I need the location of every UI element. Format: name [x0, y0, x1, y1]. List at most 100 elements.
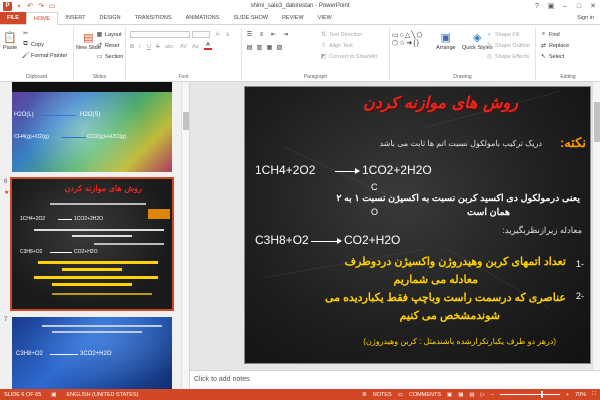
font-color-button[interactable]: A: [204, 42, 212, 50]
shrink-font-icon: a: [225, 31, 230, 38]
decrease-indent-button[interactable]: ⇤: [270, 31, 277, 38]
shape-effects-button[interactable]: ◎ Shape Effects: [486, 53, 529, 61]
zoom-level[interactable]: 70%: [575, 392, 586, 398]
tab-home[interactable]: HOME: [25, 12, 59, 25]
grow-font-button[interactable]: A: [214, 31, 221, 38]
increase-indent-button[interactable]: ⇥: [282, 31, 289, 38]
slide-sorter-icon[interactable]: ▦: [458, 392, 463, 398]
zoom-out-icon[interactable]: –: [491, 392, 494, 398]
font-group: A a B I U S abc AV Aa A Font: [126, 27, 242, 80]
ribbon-display-icon[interactable]: ▣: [544, 0, 558, 12]
align-text-button[interactable]: ⇳ Align Text: [320, 42, 353, 50]
close-icon[interactable]: ✕: [586, 0, 600, 12]
section-button[interactable]: ▭ Section: [96, 53, 124, 61]
shrink-font-button[interactable]: a: [224, 31, 231, 38]
justify-button[interactable]: ▧: [276, 44, 283, 51]
underline-button[interactable]: U: [147, 44, 151, 50]
thumb-5-arrow-2: [62, 137, 86, 138]
equation-2-arrow: [311, 241, 339, 242]
slide-thumbnail-7[interactable]: C3H8+O2 3CO2+H2O: [12, 317, 172, 389]
paragraph-group-label: Paragraph: [303, 74, 328, 80]
copy-label: Copy: [31, 41, 44, 48]
tab-review[interactable]: REVIEW: [275, 12, 311, 24]
bold-button[interactable]: B: [130, 44, 134, 50]
find-button[interactable]: ⌕ Find: [540, 31, 560, 38]
tab-insert[interactable]: INSERT: [58, 12, 92, 24]
maximize-icon[interactable]: □: [572, 0, 586, 12]
paste-button[interactable]: 📋 Paste: [3, 30, 18, 52]
thumb-6-eq2-right: CO2+H2O: [74, 249, 98, 255]
zoom-in-icon[interactable]: +: [566, 392, 569, 398]
text-direction-label: Text Direction: [329, 31, 363, 38]
shapes-gallery[interactable]: ▭○△╲⬠ ⬡☆➔{}: [392, 31, 424, 47]
tab-file[interactable]: FILE: [0, 12, 26, 24]
align-left-button[interactable]: ▤: [246, 44, 253, 51]
language-indicator[interactable]: ENGLISH (UNITED STATES): [67, 392, 139, 398]
zoom-slider-knob[interactable]: [540, 391, 543, 398]
slides-group: ▤ New Slide ▦ Layout ↺ Reset ▭ Section Slid…: [74, 27, 126, 80]
replace-button[interactable]: ⇄ Replace: [540, 42, 569, 50]
numbering-button[interactable]: ≡: [258, 31, 265, 38]
strikethrough-button[interactable]: S: [156, 44, 160, 50]
comments-toggle-icon[interactable]: ▭: [398, 392, 403, 398]
status-bar: SLIDE 6 OF 65 ▣ ENGLISH (UNITED STATES) …: [0, 389, 600, 400]
change-case-button[interactable]: Aa: [192, 44, 199, 50]
slide-thumbnail-6[interactable]: روش های موازنه کردن 1CH4+2O2 1CO2+2H2O C…: [10, 177, 174, 311]
indent-icon: ⇥: [282, 32, 289, 38]
convert-smartart-button[interactable]: ◩ Convert to SmartArt: [320, 53, 378, 61]
normal-view-icon[interactable]: ▣: [447, 392, 452, 398]
clipboard-group-label: Clipboard: [25, 74, 48, 80]
align-right-icon: ▦: [266, 45, 273, 51]
equation-1-right: 1CO2+2H2O: [362, 163, 432, 177]
align-center-button[interactable]: ▥: [256, 44, 263, 51]
thumbnail-scrollbar[interactable]: [181, 82, 189, 389]
tab-animations[interactable]: ANIMATIONS: [179, 12, 227, 24]
notes-toggle-icon[interactable]: ≣: [362, 392, 367, 398]
shape-outline-button[interactable]: ✎ Shape Outline: [486, 42, 530, 50]
tab-design[interactable]: DESIGN: [93, 12, 128, 24]
font-name-box[interactable]: [130, 31, 190, 38]
text-shadow-button[interactable]: abc: [165, 44, 174, 50]
thumbnail-scroll-thumb[interactable]: [183, 112, 189, 130]
notes-toggle-label[interactable]: NOTES: [373, 392, 392, 398]
tab-view[interactable]: VIEW: [311, 12, 339, 24]
font-size-box[interactable]: [192, 31, 210, 38]
copy-button[interactable]: ⧉ Copy: [22, 41, 44, 48]
zoom-slider[interactable]: [499, 391, 560, 398]
tab-slide-show[interactable]: SLIDE SHOW: [226, 12, 275, 24]
reset-button[interactable]: ↺ Reset: [96, 42, 119, 50]
char-spacing-button[interactable]: AV: [180, 44, 187, 50]
footnote: (درهر دو طرف یکبارتکرارشده باشندمثل : کر…: [363, 337, 556, 346]
minimize-icon[interactable]: –: [558, 0, 572, 12]
drawing-group: ▭○△╲⬠ ⬡☆➔{} ▣ Arrange ◈ Quick Styles ◐ Sh…: [390, 27, 536, 80]
reading-view-icon[interactable]: ▤: [469, 392, 474, 398]
fit-slide-icon[interactable]: ⛶: [592, 391, 596, 398]
sign-in-link[interactable]: Sign in: [577, 12, 600, 24]
comments-toggle-label[interactable]: COMMENTS: [409, 392, 441, 398]
shapes-gallery-icons-row2: ⬡☆➔{}: [392, 40, 420, 47]
slide-thumbnail-5[interactable]: H2O(L) H2O(S) CH4(g)+O2(g) CO2(g)+H2O(g): [12, 82, 172, 172]
notes-pane[interactable]: Click to add notes: [190, 370, 600, 389]
arrange-button[interactable]: ▣ Arrange: [436, 30, 456, 52]
align-left-icon: ▤: [246, 45, 253, 51]
cut-button[interactable]: ✂: [22, 30, 31, 37]
find-label: Find: [549, 31, 560, 38]
layout-button[interactable]: ▦ Layout: [96, 31, 122, 39]
shape-fill-button[interactable]: ◐ Shape Fill: [486, 31, 520, 38]
current-slide[interactable]: روش های موازنه کردن نکته: دریک ترکیب بام…: [244, 86, 591, 364]
help-icon[interactable]: ?: [530, 0, 544, 12]
slide-scrollbar[interactable]: [592, 82, 600, 370]
format-painter-button[interactable]: 🖌 Format Painter: [22, 52, 68, 60]
paste-label: Paste: [3, 45, 18, 51]
align-right-button[interactable]: ▦: [266, 44, 273, 51]
tab-transitions[interactable]: TRANSITIONS: [128, 12, 179, 24]
slide-scroll-thumb[interactable]: [594, 102, 600, 142]
thumb-6-ratio-1: [34, 229, 164, 231]
text-direction-button[interactable]: ⇅ Text Direction: [320, 31, 363, 39]
italic-button[interactable]: I: [139, 44, 141, 50]
select-button[interactable]: ↖ Select: [540, 53, 564, 61]
slideshow-view-icon[interactable]: ▷: [481, 392, 485, 398]
bullets-button[interactable]: ☰: [246, 31, 253, 38]
paste-icon: 📋: [3, 31, 17, 44]
spellcheck-icon[interactable]: ▣: [51, 392, 56, 398]
